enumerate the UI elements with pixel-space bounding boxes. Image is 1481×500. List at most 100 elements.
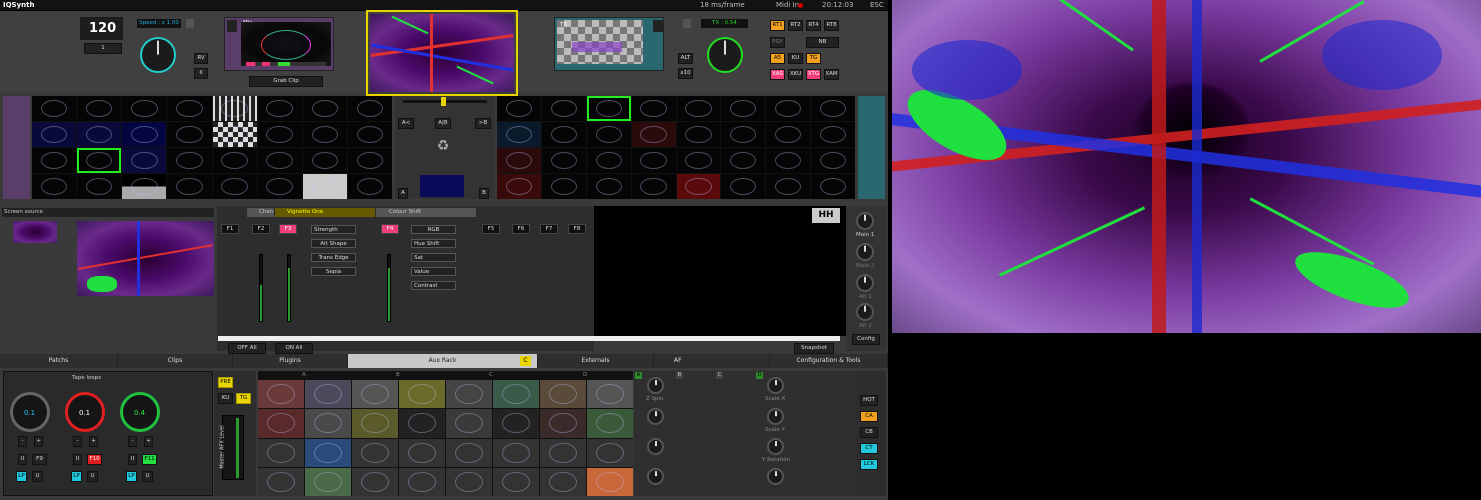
tape-2-plus-button[interactable]: + — [89, 436, 98, 447]
clip-slot[interactable] — [540, 409, 586, 438]
clip-thumb[interactable] — [586, 122, 631, 147]
aux-a-knob-2[interactable] — [647, 408, 664, 425]
clip-thumb[interactable] — [541, 174, 586, 199]
tab-aux-rack[interactable]: Aux Rack — [348, 354, 538, 368]
f2-slot[interactable]: F2 — [252, 224, 270, 234]
tape-3-u-button[interactable]: U — [142, 471, 153, 482]
tape-2-minus-button[interactable]: - — [73, 436, 82, 447]
fx-rt8-button[interactable]: RT8 — [824, 20, 839, 31]
f8-slot[interactable]: F8 — [568, 224, 586, 234]
f1-slot[interactable]: F1 — [221, 224, 239, 234]
clip-thumb[interactable] — [721, 122, 766, 147]
clip-thumb[interactable] — [766, 148, 811, 173]
clip-slot[interactable] — [399, 438, 445, 467]
clip-thumb[interactable] — [676, 148, 721, 173]
tape-1-u-button[interactable]: U — [32, 471, 43, 482]
aux-a-knob-4[interactable] — [647, 468, 664, 485]
alt-2-knob[interactable] — [856, 303, 874, 321]
clip-slot[interactable] — [305, 409, 351, 438]
esc-button[interactable]: ESC — [870, 1, 884, 9]
clip-slot[interactable] — [305, 380, 351, 409]
clip-thumb[interactable] — [257, 174, 302, 199]
clip-thumb[interactable] — [347, 96, 392, 121]
clip-slot[interactable] — [587, 438, 633, 467]
on-all-button[interactable]: ON All — [275, 343, 313, 354]
tab-af[interactable]: AF — [654, 354, 770, 368]
tape-1-minus-button[interactable]: - — [18, 436, 27, 447]
config-button[interactable]: Config — [852, 334, 880, 345]
a-left-button[interactable]: A< — [398, 118, 414, 129]
clip-thumb[interactable] — [721, 174, 766, 199]
main-output-preview[interactable] — [370, 14, 514, 92]
tab-patchs[interactable]: Patchs — [0, 354, 118, 368]
clip-thumb[interactable] — [122, 122, 167, 147]
clip-slot[interactable] — [493, 380, 539, 409]
fx-xam-button[interactable]: XAM — [824, 69, 839, 80]
tape-1-plus-button[interactable]: + — [34, 436, 43, 447]
tape-3-key[interactable]: F11 — [142, 454, 157, 465]
alt-shape-button[interactable]: Alt Shape — [311, 239, 356, 248]
clip-thumb[interactable] — [32, 122, 77, 147]
b-right-button[interactable]: >B — [475, 118, 491, 129]
strength-param[interactable]: Strength — [311, 225, 356, 234]
clip-slot[interactable] — [493, 467, 539, 496]
clip-thumb[interactable] — [766, 96, 811, 121]
pause-button[interactable]: II — [194, 68, 208, 79]
clip-slot[interactable] — [258, 438, 304, 467]
clip-slot[interactable] — [258, 380, 304, 409]
tape-2-pause-button[interactable]: II — [73, 454, 82, 465]
clip-thumb[interactable] — [721, 148, 766, 173]
clip-thumb[interactable] — [212, 122, 257, 147]
fx-a5-button[interactable]: A5 — [770, 53, 785, 64]
f7-slot[interactable]: F7 — [540, 224, 558, 234]
clip-thumb[interactable] — [347, 174, 392, 199]
clip-slot[interactable] — [587, 409, 633, 438]
clip-thumb[interactable] — [167, 122, 212, 147]
tab-plugins[interactable]: Plugins — [233, 354, 348, 368]
value-param[interactable]: Value — [411, 267, 456, 276]
clip-thumb-selected[interactable] — [77, 148, 122, 173]
clip-thumb[interactable] — [631, 96, 676, 121]
tab-externals[interactable]: Externals — [538, 354, 654, 368]
clip-thumb[interactable] — [497, 96, 541, 121]
fx-ku-button[interactable]: KU — [788, 53, 803, 64]
speed-knob[interactable] — [140, 37, 176, 73]
clip-thumb[interactable] — [212, 174, 257, 199]
alt-1-knob[interactable] — [856, 274, 874, 292]
clip-thumb[interactable] — [811, 96, 855, 121]
f3-slot[interactable]: F3 — [279, 224, 297, 234]
clip-thumb[interactable] — [586, 148, 631, 173]
clip-thumb-selected[interactable] — [586, 96, 631, 121]
speed-reset-button[interactable] — [186, 19, 194, 28]
clip-slot[interactable] — [446, 380, 492, 409]
clip-thumb[interactable] — [212, 148, 257, 173]
clip-slot[interactable] — [352, 438, 398, 467]
clip-thumb[interactable] — [541, 148, 586, 173]
ab-button[interactable]: A|B — [435, 118, 451, 129]
tape-1-pause-button[interactable]: II — [18, 454, 27, 465]
clip-thumb[interactable] — [302, 148, 347, 173]
b-button[interactable]: B — [479, 188, 489, 199]
tap-button[interactable]: 1 — [84, 43, 122, 54]
f4-level-slider[interactable] — [387, 254, 391, 322]
clip-thumb[interactable] — [811, 174, 855, 199]
tape-3-lp-button[interactable]: LP — [126, 471, 137, 482]
clip-slot[interactable] — [258, 409, 304, 438]
tape-1-key[interactable]: F9 — [32, 454, 47, 465]
fx-xas-button[interactable]: XAS — [770, 69, 785, 80]
clip-thumb[interactable] — [212, 96, 257, 121]
hot-button[interactable]: HOT — [860, 395, 878, 406]
clip-thumb[interactable] — [811, 148, 855, 173]
clip-slot[interactable] — [258, 467, 304, 496]
tab-config-tools[interactable]: Configuration & Tools — [770, 354, 888, 368]
f4-slot[interactable]: F4 — [381, 224, 399, 234]
clip-slot[interactable] — [399, 409, 445, 438]
clip-thumb[interactable] — [676, 174, 721, 199]
contrast-param[interactable]: Contrast — [411, 281, 456, 290]
clip-thumb[interactable] — [302, 174, 347, 199]
pre-button[interactable]: PRE — [218, 377, 233, 388]
clip-thumb[interactable] — [167, 174, 212, 199]
grab-clip-button[interactable]: Grab Clip — [249, 76, 323, 87]
tape-3-pause-button[interactable]: II — [128, 454, 137, 465]
clip-thumb[interactable] — [721, 96, 766, 121]
